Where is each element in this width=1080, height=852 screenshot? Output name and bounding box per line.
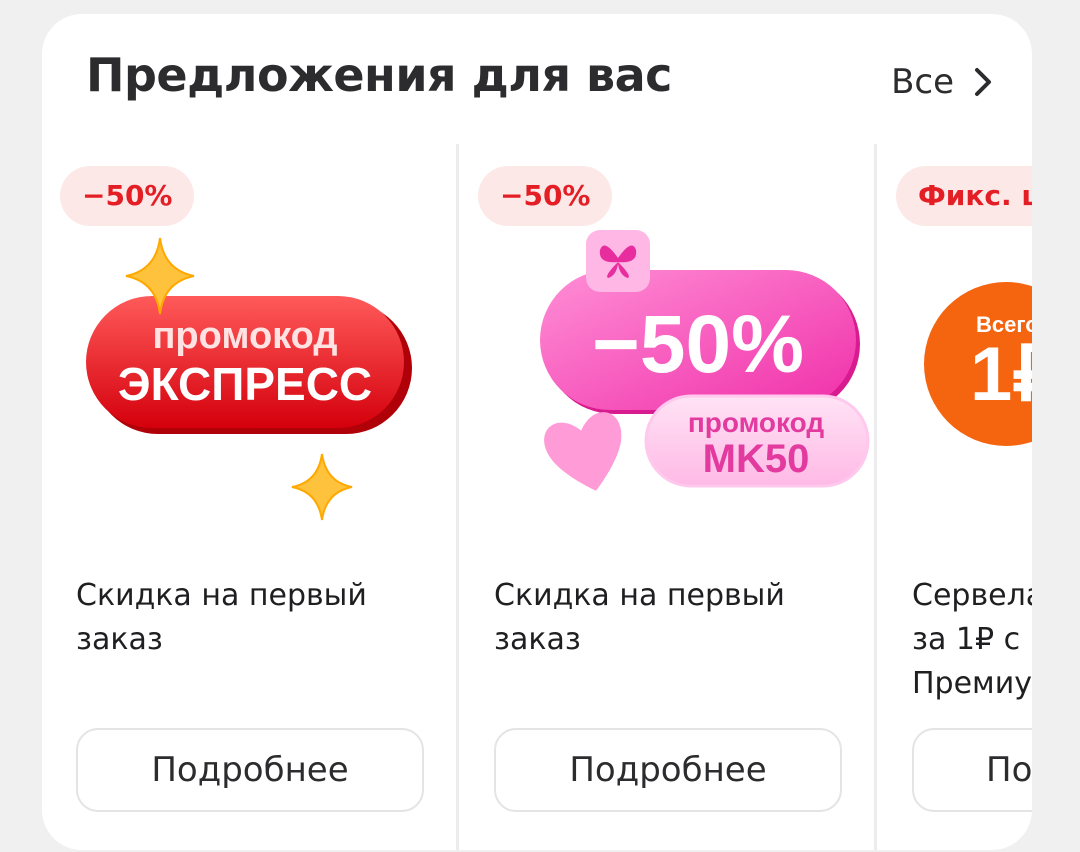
discount-badge: −50% <box>60 166 195 226</box>
offer-card-express[interactable]: −50% промокод ЭКСПРЕСС Скидка на первый … <box>42 144 456 850</box>
details-button[interactable]: Подробнее <box>76 728 424 812</box>
offer-description: Скидка на первый заказ <box>76 578 367 657</box>
fixed-price-badge: Фикс. ц <box>896 166 1032 226</box>
promo-mk50-big: −50% <box>592 299 804 390</box>
promo-mk50-line1: промокод <box>688 407 825 438</box>
price-one-ruble-image: Всего 1₽ <box>878 224 1032 544</box>
promo-mk50-image: −50% промокод MK50 <box>460 224 874 544</box>
promo-express-line2: ЭКСПРЕСС <box>118 358 372 410</box>
promo-mk50-line2: MK50 <box>703 437 810 481</box>
offer-description: Сервела за 1₽ с г Премиу <box>912 578 1032 701</box>
discount-badge: −50% <box>478 166 613 226</box>
promo-express-line1: промокод <box>152 315 337 357</box>
details-button[interactable]: Подробнее <box>494 728 842 812</box>
chevron-right-icon <box>974 67 992 97</box>
details-button[interactable]: По <box>912 728 1032 812</box>
card-divider <box>456 144 459 850</box>
offers-panel: Предложения для вас Все −50% промокод ЭК… <box>42 14 1032 850</box>
price-big-label: 1₽ <box>970 332 1032 417</box>
offers-carousel[interactable]: −50% промокод ЭКСПРЕСС Скидка на первый … <box>42 144 1032 850</box>
promo-express-image: промокод ЭКСПРЕСС <box>42 224 456 544</box>
offer-card-fixed-price[interactable]: Фикс. ц Всего 1₽ Сервела за 1₽ с г Преми… <box>878 144 1032 850</box>
see-all-label: Все <box>891 62 954 102</box>
card-divider <box>874 144 877 850</box>
see-all-link[interactable]: Все <box>891 58 992 106</box>
section-title: Предложения для вас <box>86 48 672 102</box>
offer-description: Скидка на первый заказ <box>494 578 785 657</box>
offer-card-mk50[interactable]: −50% −50% промокод MK50 Скидка на первый… <box>460 144 874 850</box>
